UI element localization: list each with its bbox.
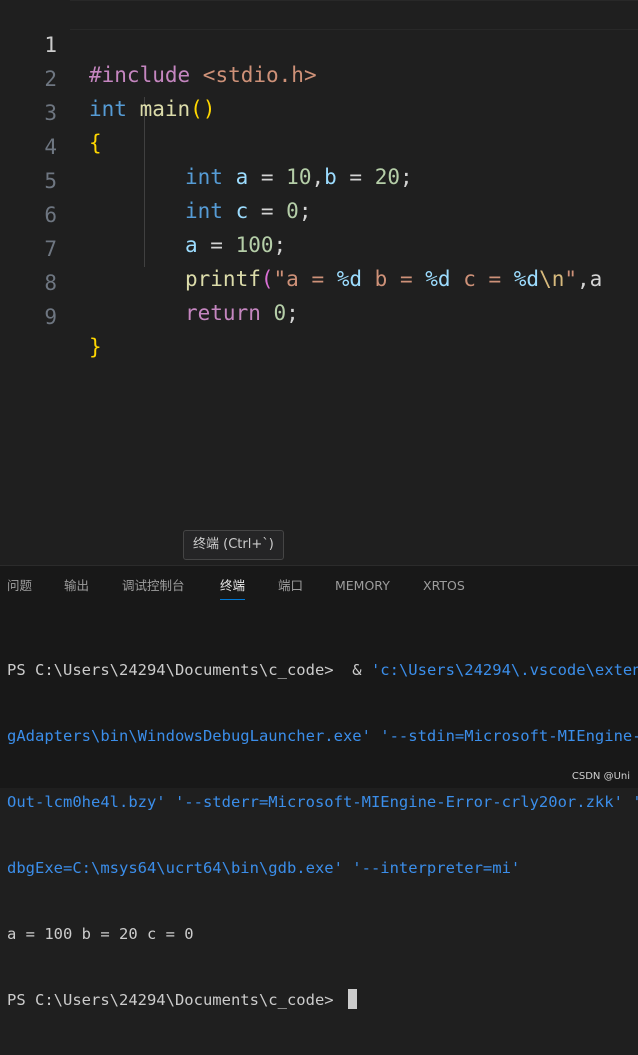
tab-debug-console[interactable]: 调试控制台 bbox=[122, 566, 185, 606]
program-output: a = 100 b = 20 c = 0 bbox=[7, 925, 194, 943]
terminal-line: Out-lcm0he4l.bzy' '--stderr=Microsoft-MI… bbox=[7, 793, 638, 811]
tab-terminal[interactable]: 终端 bbox=[220, 566, 246, 606]
close-brace: } bbox=[89, 335, 102, 359]
code-line-8[interactable]: 8 return 0; bbox=[0, 238, 638, 325]
terminal-output[interactable]: PS C:\Users\24294\Documents\c_code> & 'c… bbox=[7, 615, 638, 1055]
code-line-6[interactable]: 6 a = 100; bbox=[0, 170, 638, 257]
tab-xrtos[interactable]: XRTOS bbox=[423, 566, 465, 606]
bottom-panel: 问题 输出 调试控制台 终端 端口 MEMORY XRTOS PS C:\Use… bbox=[0, 565, 638, 1009]
tab-memory[interactable]: MEMORY bbox=[335, 566, 390, 606]
terminal-cursor[interactable] bbox=[347, 989, 357, 1009]
line-number: 9 bbox=[44, 305, 57, 329]
terminal-tab-tooltip: 终端 (Ctrl+`) bbox=[183, 530, 284, 560]
code-line-1[interactable]: 1 #include <stdio.h> bbox=[0, 0, 638, 87]
terminal-prompt: PS C:\Users\24294\Documents\c_code> bbox=[7, 991, 343, 1009]
code-line-4[interactable]: 4 int a = 10,b = 20; bbox=[0, 102, 638, 189]
watermark: CSDN @Uni bbox=[571, 771, 630, 782]
tab-ports[interactable]: 端口 bbox=[278, 566, 303, 606]
code-line-2[interactable]: 2 int main() bbox=[0, 34, 638, 121]
code-line-3[interactable]: 3 { bbox=[0, 68, 638, 155]
terminal-line: PS C:\Users\24294\Documents\c_code> bbox=[7, 989, 638, 1011]
code-line-7[interactable]: 7 printf("a = %d b = %d c = %d\n",a bbox=[0, 204, 638, 291]
tab-output[interactable]: 输出 bbox=[64, 566, 89, 606]
code-editor[interactable]: 1 #include <stdio.h> 2 int main() 3 { 4 … bbox=[0, 0, 638, 565]
code-line-9[interactable]: 9 } bbox=[0, 272, 638, 359]
terminal-prompt: PS C:\Users\24294\Documents\c_code> & bbox=[7, 661, 371, 679]
terminal-command-arg: 'c:\Users\24294\.vscode\extensi bbox=[370, 661, 638, 679]
panel-tab-bar: 问题 输出 调试控制台 终端 端口 MEMORY XRTOS bbox=[0, 566, 638, 606]
terminal-line: dbgExe=C:\msys64\ucrt64\bin\gdb.exe' '--… bbox=[7, 859, 521, 877]
terminal-line: PS C:\Users\24294\Documents\c_code> & 'c… bbox=[7, 659, 638, 681]
code-line-5[interactable]: 5 int c = 0; bbox=[0, 136, 638, 223]
terminal-line: gAdapters\bin\WindowsDebugLauncher.exe' … bbox=[7, 727, 638, 745]
tab-problems[interactable]: 问题 bbox=[7, 566, 32, 606]
